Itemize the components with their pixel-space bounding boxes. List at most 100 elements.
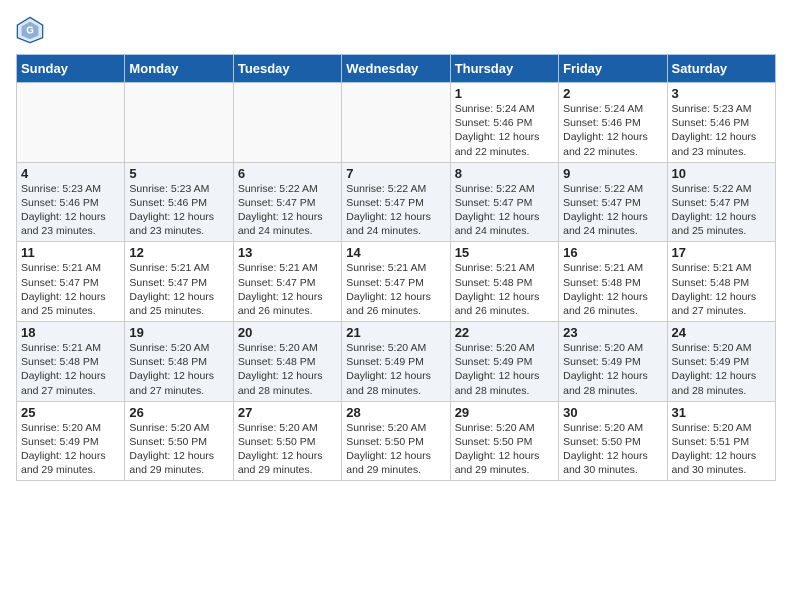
day-info: Sunrise: 5:20 AM Sunset: 5:48 PM Dayligh… [129,341,228,398]
day-info: Sunrise: 5:20 AM Sunset: 5:50 PM Dayligh… [238,421,337,478]
calendar-cell: 29Sunrise: 5:20 AM Sunset: 5:50 PM Dayli… [450,401,558,481]
day-number: 29 [455,405,554,420]
calendar-cell: 3Sunrise: 5:23 AM Sunset: 5:46 PM Daylig… [667,83,775,163]
day-number: 3 [672,86,771,101]
day-info: Sunrise: 5:20 AM Sunset: 5:50 PM Dayligh… [563,421,662,478]
day-number: 30 [563,405,662,420]
calendar-cell: 23Sunrise: 5:20 AM Sunset: 5:49 PM Dayli… [559,322,667,402]
calendar-week-row: 18Sunrise: 5:21 AM Sunset: 5:48 PM Dayli… [17,322,776,402]
generalblue-logo-icon: G [16,16,44,44]
calendar-header-tuesday: Tuesday [233,55,341,83]
day-info: Sunrise: 5:20 AM Sunset: 5:49 PM Dayligh… [21,421,120,478]
day-number: 2 [563,86,662,101]
day-info: Sunrise: 5:21 AM Sunset: 5:47 PM Dayligh… [21,261,120,318]
day-number: 12 [129,245,228,260]
day-number: 28 [346,405,445,420]
day-info: Sunrise: 5:24 AM Sunset: 5:46 PM Dayligh… [455,102,554,159]
calendar-header-row: SundayMondayTuesdayWednesdayThursdayFrid… [17,55,776,83]
day-info: Sunrise: 5:21 AM Sunset: 5:47 PM Dayligh… [129,261,228,318]
day-number: 4 [21,166,120,181]
calendar-cell: 11Sunrise: 5:21 AM Sunset: 5:47 PM Dayli… [17,242,125,322]
day-info: Sunrise: 5:22 AM Sunset: 5:47 PM Dayligh… [563,182,662,239]
day-info: Sunrise: 5:21 AM Sunset: 5:48 PM Dayligh… [21,341,120,398]
calendar-cell: 22Sunrise: 5:20 AM Sunset: 5:49 PM Dayli… [450,322,558,402]
day-number: 26 [129,405,228,420]
calendar-week-row: 4Sunrise: 5:23 AM Sunset: 5:46 PM Daylig… [17,162,776,242]
calendar-cell: 17Sunrise: 5:21 AM Sunset: 5:48 PM Dayli… [667,242,775,322]
calendar-header-monday: Monday [125,55,233,83]
day-number: 15 [455,245,554,260]
day-number: 22 [455,325,554,340]
day-number: 21 [346,325,445,340]
calendar-week-row: 11Sunrise: 5:21 AM Sunset: 5:47 PM Dayli… [17,242,776,322]
calendar-cell: 25Sunrise: 5:20 AM Sunset: 5:49 PM Dayli… [17,401,125,481]
calendar-cell: 12Sunrise: 5:21 AM Sunset: 5:47 PM Dayli… [125,242,233,322]
day-number: 7 [346,166,445,181]
day-number: 27 [238,405,337,420]
day-info: Sunrise: 5:21 AM Sunset: 5:48 PM Dayligh… [672,261,771,318]
calendar-cell: 24Sunrise: 5:20 AM Sunset: 5:49 PM Dayli… [667,322,775,402]
day-number: 5 [129,166,228,181]
day-number: 6 [238,166,337,181]
calendar-cell: 9Sunrise: 5:22 AM Sunset: 5:47 PM Daylig… [559,162,667,242]
day-info: Sunrise: 5:23 AM Sunset: 5:46 PM Dayligh… [672,102,771,159]
calendar-cell: 14Sunrise: 5:21 AM Sunset: 5:47 PM Dayli… [342,242,450,322]
day-info: Sunrise: 5:20 AM Sunset: 5:51 PM Dayligh… [672,421,771,478]
calendar-cell [17,83,125,163]
calendar-header-wednesday: Wednesday [342,55,450,83]
day-info: Sunrise: 5:21 AM Sunset: 5:47 PM Dayligh… [346,261,445,318]
calendar-cell: 8Sunrise: 5:22 AM Sunset: 5:47 PM Daylig… [450,162,558,242]
calendar-cell: 15Sunrise: 5:21 AM Sunset: 5:48 PM Dayli… [450,242,558,322]
calendar-header-friday: Friday [559,55,667,83]
calendar-cell: 20Sunrise: 5:20 AM Sunset: 5:48 PM Dayli… [233,322,341,402]
day-info: Sunrise: 5:23 AM Sunset: 5:46 PM Dayligh… [129,182,228,239]
calendar-table: SundayMondayTuesdayWednesdayThursdayFrid… [16,54,776,481]
day-number: 13 [238,245,337,260]
day-info: Sunrise: 5:21 AM Sunset: 5:48 PM Dayligh… [563,261,662,318]
calendar-header-sunday: Sunday [17,55,125,83]
day-number: 18 [21,325,120,340]
calendar-cell [233,83,341,163]
calendar-header-thursday: Thursday [450,55,558,83]
day-number: 20 [238,325,337,340]
day-info: Sunrise: 5:24 AM Sunset: 5:46 PM Dayligh… [563,102,662,159]
calendar-cell: 30Sunrise: 5:20 AM Sunset: 5:50 PM Dayli… [559,401,667,481]
day-info: Sunrise: 5:21 AM Sunset: 5:48 PM Dayligh… [455,261,554,318]
day-info: Sunrise: 5:20 AM Sunset: 5:49 PM Dayligh… [455,341,554,398]
calendar-cell: 28Sunrise: 5:20 AM Sunset: 5:50 PM Dayli… [342,401,450,481]
day-number: 24 [672,325,771,340]
day-info: Sunrise: 5:22 AM Sunset: 5:47 PM Dayligh… [672,182,771,239]
day-info: Sunrise: 5:21 AM Sunset: 5:47 PM Dayligh… [238,261,337,318]
page-header: G [16,16,776,44]
calendar-cell: 19Sunrise: 5:20 AM Sunset: 5:48 PM Dayli… [125,322,233,402]
calendar-cell: 7Sunrise: 5:22 AM Sunset: 5:47 PM Daylig… [342,162,450,242]
calendar-cell: 26Sunrise: 5:20 AM Sunset: 5:50 PM Dayli… [125,401,233,481]
day-number: 8 [455,166,554,181]
calendar-week-row: 25Sunrise: 5:20 AM Sunset: 5:49 PM Dayli… [17,401,776,481]
day-number: 14 [346,245,445,260]
calendar-cell: 1Sunrise: 5:24 AM Sunset: 5:46 PM Daylig… [450,83,558,163]
day-number: 31 [672,405,771,420]
svg-text:G: G [26,26,34,37]
day-number: 23 [563,325,662,340]
calendar-cell: 18Sunrise: 5:21 AM Sunset: 5:48 PM Dayli… [17,322,125,402]
calendar-cell: 21Sunrise: 5:20 AM Sunset: 5:49 PM Dayli… [342,322,450,402]
day-info: Sunrise: 5:23 AM Sunset: 5:46 PM Dayligh… [21,182,120,239]
day-info: Sunrise: 5:20 AM Sunset: 5:49 PM Dayligh… [563,341,662,398]
day-info: Sunrise: 5:20 AM Sunset: 5:50 PM Dayligh… [346,421,445,478]
day-info: Sunrise: 5:22 AM Sunset: 5:47 PM Dayligh… [455,182,554,239]
calendar-cell: 16Sunrise: 5:21 AM Sunset: 5:48 PM Dayli… [559,242,667,322]
calendar-cell [125,83,233,163]
day-number: 16 [563,245,662,260]
calendar-cell: 5Sunrise: 5:23 AM Sunset: 5:46 PM Daylig… [125,162,233,242]
calendar-cell [342,83,450,163]
calendar-week-row: 1Sunrise: 5:24 AM Sunset: 5:46 PM Daylig… [17,83,776,163]
day-info: Sunrise: 5:20 AM Sunset: 5:49 PM Dayligh… [346,341,445,398]
day-info: Sunrise: 5:22 AM Sunset: 5:47 PM Dayligh… [346,182,445,239]
day-number: 11 [21,245,120,260]
calendar-header-saturday: Saturday [667,55,775,83]
day-info: Sunrise: 5:20 AM Sunset: 5:50 PM Dayligh… [129,421,228,478]
day-info: Sunrise: 5:20 AM Sunset: 5:48 PM Dayligh… [238,341,337,398]
day-number: 25 [21,405,120,420]
day-number: 1 [455,86,554,101]
